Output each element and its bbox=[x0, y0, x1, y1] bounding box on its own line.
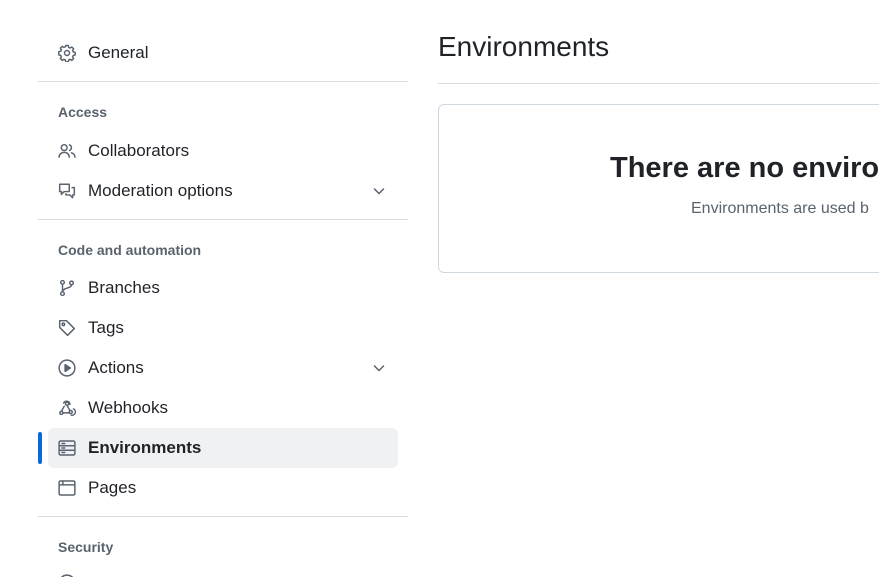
sidebar-item-branches[interactable]: Branches bbox=[48, 268, 398, 308]
sidebar-item-label: Pages bbox=[88, 478, 137, 497]
chevron-down-icon[interactable] bbox=[371, 360, 387, 376]
play-icon bbox=[58, 359, 76, 377]
sidebar-item-collaborators[interactable]: Collaborators bbox=[48, 131, 398, 171]
sidebar-item-label: Moderation options bbox=[88, 181, 233, 200]
sidebar-item-general[interactable]: General bbox=[48, 33, 398, 73]
sidebar-item-label: Webhooks bbox=[88, 398, 169, 417]
empty-state-description: Environments are used b bbox=[691, 200, 869, 217]
sidebar-item-label: Tags bbox=[88, 318, 124, 337]
settings-sidebar: General Access Collaborators Moderation … bbox=[38, 0, 408, 577]
sidebar-item-tags[interactable]: Tags bbox=[48, 308, 398, 348]
sidebar-item-label: Collaborators bbox=[88, 141, 190, 160]
divider bbox=[38, 81, 408, 82]
sidebar-item-label: Environments bbox=[88, 438, 202, 457]
gear-icon bbox=[58, 44, 76, 62]
server-icon bbox=[58, 439, 76, 457]
divider bbox=[38, 219, 408, 220]
group-heading-code-and-automation: Code and automation bbox=[58, 242, 202, 258]
sidebar-item-moderation-options[interactable]: Moderation options bbox=[48, 171, 398, 211]
people-icon bbox=[58, 142, 76, 160]
main-content: Environments There are no environr Envir… bbox=[438, 0, 879, 577]
sidebar-item-webhooks[interactable]: Webhooks bbox=[48, 388, 398, 428]
divider bbox=[38, 516, 408, 517]
sidebar-item-pages[interactable]: Pages bbox=[48, 468, 398, 508]
empty-state-title: There are no environr bbox=[610, 152, 879, 184]
sidebar-item-environments[interactable]: Environments bbox=[48, 428, 398, 468]
page-title: Environments bbox=[438, 31, 610, 62]
webhook-icon bbox=[58, 399, 76, 417]
group-heading-access: Access bbox=[58, 104, 108, 120]
group-heading-security: Security bbox=[58, 539, 114, 555]
sidebar-item-label: Branches bbox=[88, 278, 160, 297]
sidebar-item-partial[interactable] bbox=[48, 564, 398, 577]
title-divider bbox=[438, 83, 879, 84]
sidebar-item-label: Actions bbox=[88, 358, 144, 377]
tag-icon bbox=[58, 319, 76, 337]
selected-indicator bbox=[38, 432, 42, 464]
browser-icon bbox=[58, 479, 76, 497]
sidebar-item-actions[interactable]: Actions bbox=[48, 348, 398, 388]
sidebar-item-label: General bbox=[88, 43, 149, 62]
empty-state-panel: There are no environr Environments are u… bbox=[438, 104, 879, 273]
chevron-down-icon[interactable] bbox=[371, 183, 387, 199]
git-branch-icon bbox=[58, 279, 76, 297]
comment-discussion-icon bbox=[58, 182, 76, 200]
